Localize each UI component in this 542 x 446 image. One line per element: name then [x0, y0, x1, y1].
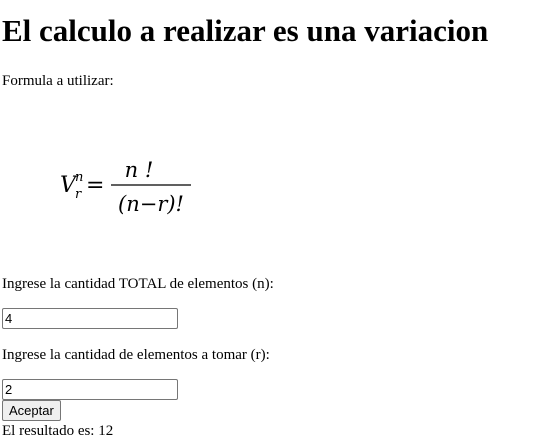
formula-numerator: n !	[125, 158, 154, 182]
n-input[interactable]	[2, 308, 178, 329]
page: El calculo a realizar es una variacion F…	[0, 0, 542, 446]
result-text: El resultado es: 12	[2, 423, 114, 439]
variation-formula: V n r = n ! (n−r)!	[58, 152, 198, 224]
accept-button[interactable]: Aceptar	[2, 400, 61, 421]
formula-equals: =	[86, 173, 104, 198]
formula-subscript-r: r	[75, 187, 82, 202]
n-label: Ingrese la cantidad TOTAL de elementos (…	[2, 276, 274, 292]
formula-graphic: V n r = n ! (n−r)!	[60, 158, 191, 216]
r-input[interactable]	[2, 379, 178, 400]
formula-superscript-n: n	[75, 170, 83, 185]
formula-label: Formula a utilizar:	[2, 73, 114, 89]
page-title: El calculo a realizar es una variacion	[2, 13, 489, 48]
r-label: Ingrese la cantidad de elementos a tomar…	[2, 347, 270, 363]
formula-denominator: (n−r)!	[118, 192, 184, 216]
